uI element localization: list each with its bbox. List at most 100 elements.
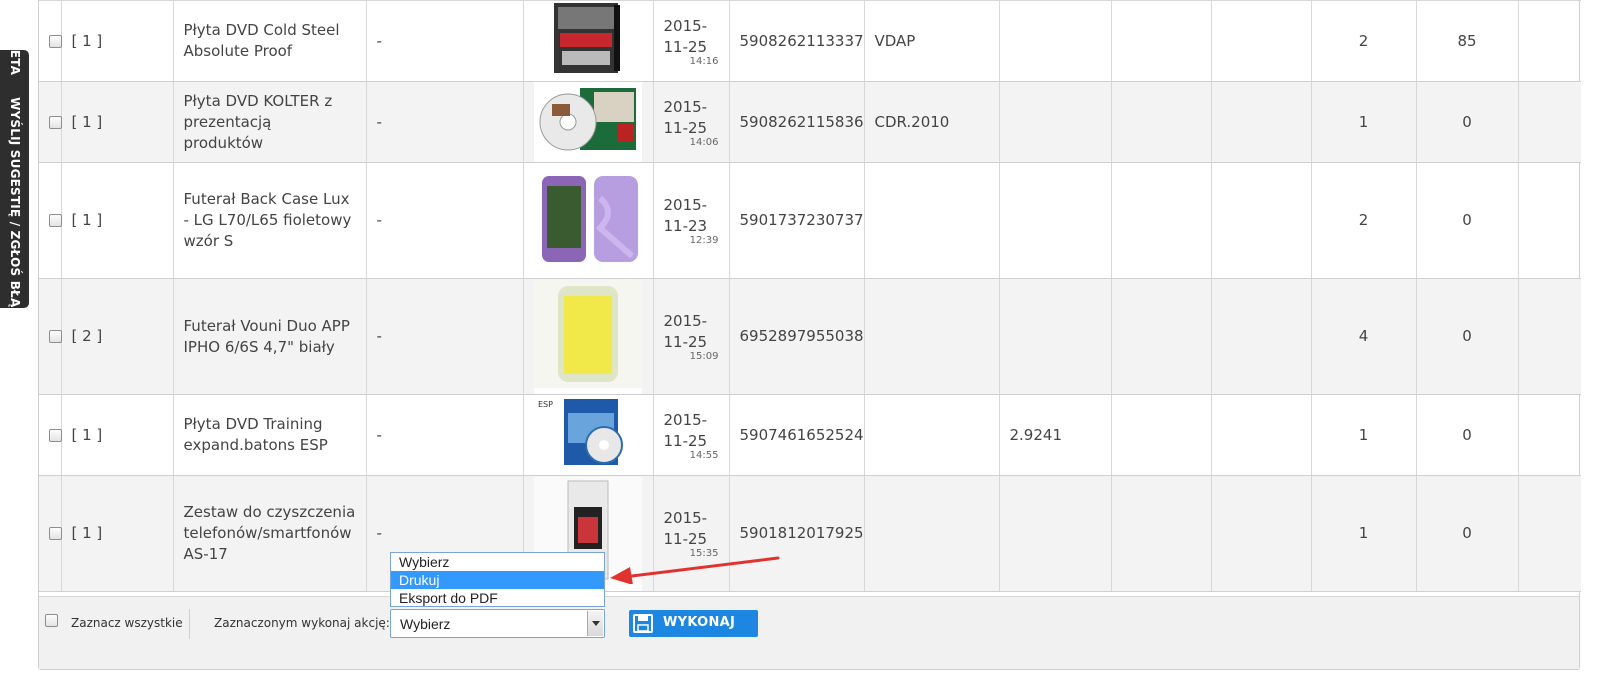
bulk-action-label: Zaznaczonym wykonaj akcję: (214, 616, 390, 630)
row-col9 (999, 162, 1112, 279)
row-product-name: Płyta DVD Training expand.batons ESP (173, 394, 367, 476)
row-col9 (999, 0, 1112, 82)
row-stock: 0 (1416, 278, 1519, 395)
row-date-cell: 2015-11-25 14:16 (653, 0, 730, 82)
bulk-action-select[interactable]: Wybierz (390, 609, 605, 638)
feedback-label: WYŚLIJ SUGESTIĘ / ZGŁOŚ BŁĄD (7, 97, 22, 318)
row-checkbox[interactable] (49, 527, 62, 540)
row-col10 (1111, 162, 1212, 279)
row-dash: - (366, 394, 524, 476)
table-row: [ 1 ] Zestaw do czyszczenia telefonów/sma… (39, 475, 1581, 592)
option-eksport-pdf[interactable]: Eksport do PDF (391, 589, 604, 607)
row-empty (1211, 394, 1312, 476)
feedback-side-tab[interactable]: BETA WYŚLIJ SUGESTIĘ / ZGŁOŚ BŁĄD (0, 40, 29, 318)
row-checkbox[interactable] (49, 330, 62, 343)
row-date: 2015-11-25 (663, 97, 708, 137)
row-product-name: Płyta DVD KOLTER z prezentacją produktów (173, 81, 367, 163)
option-drukuj[interactable]: Drukuj (391, 571, 604, 589)
option-wybierz[interactable]: Wybierz (391, 553, 604, 571)
products-table: [ 1 ] Płyta DVD Cold Steel Absolute Proof… (39, 0, 1581, 592)
row-time: 14:06 (689, 136, 719, 148)
row-dash: - (366, 278, 524, 395)
row-empty (1211, 475, 1312, 592)
row-dash: - (366, 162, 524, 279)
row-stock: 0 (1416, 394, 1519, 476)
annotation-arrow (610, 556, 780, 584)
row-empty (1518, 81, 1581, 163)
select-all-label: Zaznacz wszystkie (71, 616, 183, 630)
row-quantity: [ 1 ] (61, 162, 174, 279)
row-thumbnail-cell (523, 0, 654, 82)
row-empty (1518, 475, 1581, 592)
row-empty (1518, 278, 1581, 395)
select-all-checkbox[interactable] (45, 614, 58, 627)
row-code: CDR.2010 (864, 81, 1000, 163)
table-row: [ 1 ] Płyta DVD KOLTER z prezentacją prod… (39, 81, 1581, 163)
row-col9: 2.9241 (999, 394, 1112, 476)
row-ean: 5908262113337 (729, 0, 865, 82)
row-select-cell (39, 475, 62, 592)
row-checkbox[interactable] (49, 214, 62, 227)
divider (189, 609, 190, 639)
row-date-cell: 2015-11-25 14:55 (653, 394, 730, 476)
row-thumbnail-cell (523, 278, 654, 395)
row-empty (1211, 162, 1312, 279)
save-icon (633, 614, 653, 633)
row-stock: 0 (1416, 81, 1519, 163)
row-select-cell (39, 81, 62, 163)
row-count: 1 (1311, 475, 1417, 592)
row-time: 14:16 (689, 55, 719, 67)
row-count: 2 (1311, 0, 1417, 82)
row-ean: 5907461652524 (729, 394, 865, 476)
row-count: 2 (1311, 162, 1417, 279)
row-date-cell: 2015-11-23 12:39 (653, 162, 730, 279)
row-date-cell: 2015-11-25 14:06 (653, 81, 730, 163)
row-empty (1211, 278, 1312, 395)
row-col10 (1111, 475, 1212, 592)
row-date: 2015-11-25 (663, 312, 708, 351)
row-select-cell (39, 394, 62, 476)
row-checkbox[interactable] (49, 115, 62, 129)
row-code (864, 394, 1000, 476)
row-time: 12:39 (689, 235, 719, 246)
row-product-name: Płyta DVD Cold Steel Absolute Proof (173, 0, 367, 82)
dvd-esp-image: ESP (534, 395, 642, 475)
row-col10 (1111, 278, 1212, 395)
beta-label: BETA (7, 40, 22, 76)
bulk-action-dropdown[interactable]: Wybierz Drukuj Eksport do PDF (390, 552, 605, 607)
row-time: 15:09 (689, 351, 719, 362)
row-empty (1211, 0, 1312, 82)
row-count: 4 (1311, 278, 1417, 395)
table-row: [ 1 ] Płyta DVD Training expand.batons ES… (39, 394, 1581, 476)
row-empty (1211, 81, 1312, 163)
row-stock: 0 (1416, 162, 1519, 279)
row-dash: - (366, 0, 524, 82)
row-ean: 6952897955038 (729, 278, 865, 395)
row-checkbox[interactable] (49, 34, 62, 48)
row-quantity: [ 2 ] (61, 278, 174, 395)
execute-button-label: WYKONAJ (663, 615, 736, 630)
row-ean: 5908262115836 (729, 81, 865, 163)
row-select-cell (39, 162, 62, 279)
bulk-action-select-value: Wybierz (400, 616, 451, 632)
chevron-down-icon[interactable] (587, 611, 603, 636)
row-col9 (999, 81, 1112, 163)
table-row: [ 2 ] Futerał Vouni Duo APP IPHO 6/6S 4,7… (39, 278, 1581, 395)
row-product-name: Zestaw do czyszczenia telefonów/smartfon… (173, 475, 367, 592)
row-col10 (1111, 81, 1212, 163)
row-product-name: Futerał Back Case Lux - LG L70/L65 fiole… (173, 162, 367, 279)
row-quantity: [ 1 ] (61, 394, 174, 476)
row-time: 14:55 (689, 449, 719, 461)
row-checkbox[interactable] (49, 428, 62, 442)
row-quantity: [ 1 ] (61, 0, 174, 82)
dvd-cold-steel-image (548, 1, 628, 81)
row-product-name: Futerał Vouni Duo APP IPHO 6/6S 4,7" bia… (173, 278, 367, 395)
execute-button[interactable]: WYKONAJ (629, 610, 758, 637)
orders-panel: [ 1 ] Płyta DVD Cold Steel Absolute Proof… (38, 0, 1581, 670)
dvd-kolter-image (534, 82, 642, 162)
row-code: VDAP (864, 0, 1000, 82)
yellow-phone-case-image (534, 279, 642, 394)
row-quantity: [ 1 ] (61, 475, 174, 592)
row-code (864, 162, 1000, 279)
row-date: 2015-11-25 (663, 410, 708, 450)
